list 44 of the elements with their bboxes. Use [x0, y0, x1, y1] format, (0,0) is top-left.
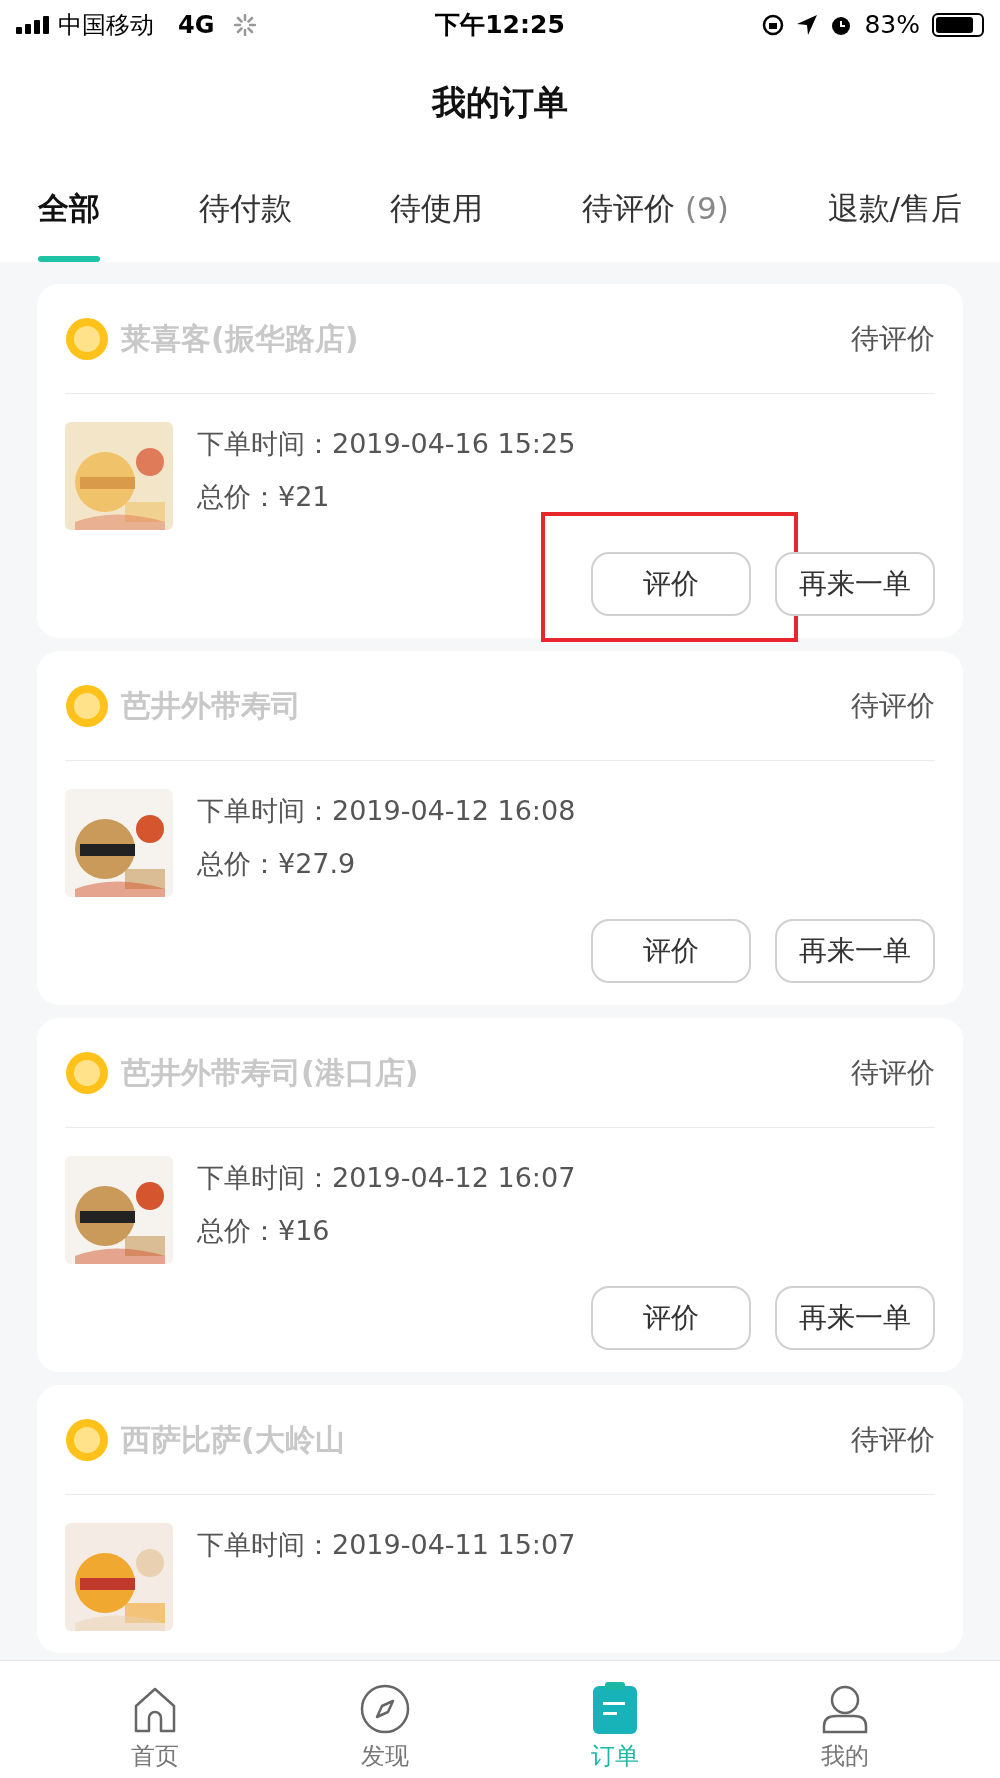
loading-icon: [234, 14, 257, 36]
review-button[interactable]: 评价: [591, 919, 751, 983]
store-logo-icon: [65, 1050, 109, 1095]
order-status: 待评价: [851, 1054, 935, 1091]
order-tab[interactable]: 退款/售后: [827, 185, 962, 262]
order-tab[interactable]: 待使用: [390, 185, 484, 262]
review-button[interactable]: 评价: [591, 1286, 751, 1350]
reorder-button[interactable]: 再来一单: [775, 919, 935, 983]
order-status: 待评价: [851, 1421, 935, 1458]
clipboard-icon: [593, 1682, 637, 1734]
order-time: 下单时间：2019-04-16 15:25: [197, 427, 576, 461]
reorder-button[interactable]: 再来一单: [775, 1286, 935, 1350]
reorder-button[interactable]: 再来一单: [775, 552, 935, 616]
home-icon: [133, 1686, 177, 1734]
order-time: 下单时间：2019-04-12 16:08: [197, 794, 576, 828]
battery-percent: 83%: [864, 9, 920, 42]
nav-tab[interactable]: 首页: [65, 1661, 245, 1778]
battery-icon: [932, 13, 984, 37]
order-tab[interactable]: 待评价 (9): [582, 185, 729, 262]
alarm-icon: [830, 14, 853, 36]
order-status: 待评价: [851, 320, 935, 357]
store-logo-icon: [65, 1417, 109, 1462]
clock: 下午12:25: [434, 9, 566, 42]
order-price: 总价：¥27.9: [197, 846, 357, 881]
order-price: 总价：¥21: [197, 479, 331, 514]
order-status: 待评价: [851, 687, 935, 724]
page-title: 我的订单: [432, 81, 568, 124]
compass-icon: [360, 1684, 410, 1734]
signal-icon: [16, 16, 50, 34]
order-time: 下单时间：2019-04-11 15:07: [197, 1528, 576, 1562]
nav-tab[interactable]: 我的: [755, 1661, 935, 1778]
user-icon: [822, 1684, 868, 1734]
location-icon: [796, 14, 819, 36]
rotation-lock-icon: [762, 14, 785, 36]
store-logo-icon: [65, 683, 109, 728]
order-tab[interactable]: 全部: [38, 185, 100, 262]
order-tab[interactable]: 待付款: [198, 185, 292, 262]
store-logo-icon: [65, 316, 109, 361]
order-price: 总价：¥16: [197, 1213, 331, 1248]
carrier-name: 中国移动: [58, 10, 154, 41]
order-time: 下单时间：2019-04-12 16:07: [197, 1161, 576, 1195]
network-type: 4G: [178, 10, 215, 41]
nav-tab[interactable]: 发现: [295, 1661, 475, 1778]
review-button[interactable]: 评价: [591, 552, 751, 616]
